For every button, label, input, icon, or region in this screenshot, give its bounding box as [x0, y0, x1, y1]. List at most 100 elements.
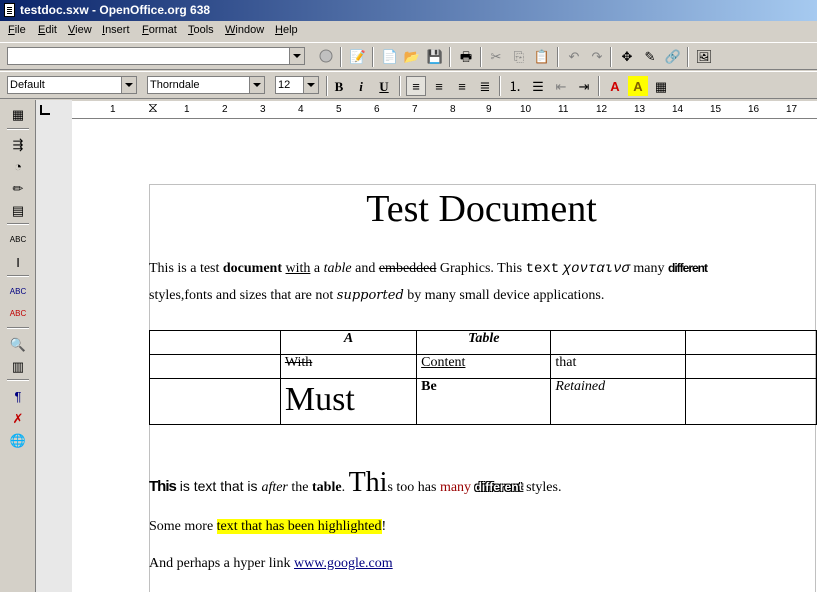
font-dropdown-arrow-icon[interactable]	[249, 77, 264, 93]
insert-table-icon[interactable]: ▦	[8, 104, 28, 124]
online-layout-icon[interactable]: 🌐	[8, 430, 28, 450]
find-replace-icon[interactable]: 🔍	[8, 334, 28, 354]
horizontal-ruler[interactable]: 1 ⧖ 1 2 3 4 5 6 7 8 9 10 11 12 13 14 15 …	[72, 99, 817, 119]
table-cell[interactable]	[149, 354, 281, 379]
numbering-icon[interactable]: ⒈	[505, 76, 525, 96]
italic-icon[interactable]: i	[351, 76, 371, 96]
table-cell[interactable]: A	[279, 330, 418, 355]
table-cell[interactable]	[149, 378, 281, 425]
ruler-tick: 9	[486, 104, 492, 115]
ruler-tick: 8	[450, 104, 456, 115]
tab-type-icon[interactable]	[36, 101, 54, 119]
save-icon[interactable]: 💾	[425, 46, 445, 66]
menu-view[interactable]: View	[68, 24, 92, 36]
ruler-indent-marker[interactable]: ⧖	[148, 99, 158, 116]
insert-fields-icon[interactable]: ⇶	[8, 134, 28, 154]
paste-icon[interactable]: 📋	[532, 46, 552, 66]
document-table[interactable]: A Table With Content that Must Be Retain…	[149, 330, 817, 425]
underline-icon[interactable]: U	[374, 76, 394, 96]
spellcheck-icon[interactable]: ABC	[8, 282, 28, 302]
text-run-outlined: different	[474, 480, 523, 494]
cut-icon[interactable]: ✂	[486, 46, 506, 66]
toolbar-separator	[7, 223, 29, 225]
increase-indent-icon[interactable]: ⇥	[574, 76, 594, 96]
text-cursor-icon[interactable]: I	[8, 252, 28, 272]
align-left-icon[interactable]: ≡	[406, 76, 426, 96]
url-dropdown-arrow-icon[interactable]	[289, 48, 304, 64]
stop-load-icon[interactable]	[316, 46, 336, 66]
toolbar-separator	[7, 327, 29, 329]
open-folder-icon[interactable]: 📂	[402, 46, 422, 66]
font-name-select[interactable]: Thorndale	[147, 76, 265, 94]
table-cell[interactable]	[685, 378, 817, 425]
url-input[interactable]	[7, 47, 305, 65]
style-dropdown-arrow-icon[interactable]	[121, 77, 136, 93]
table-cell[interactable]	[149, 330, 281, 355]
copy-icon[interactable]: ⎘	[509, 46, 529, 66]
menu-help[interactable]: Help	[275, 24, 298, 36]
form-functions-icon[interactable]: ▤	[8, 200, 28, 220]
redo-icon[interactable]: ↷	[587, 46, 607, 66]
table-cell[interactable]	[685, 354, 817, 379]
menu-insert[interactable]: Insert	[102, 24, 130, 36]
gallery-icon[interactable]: 🖼	[694, 46, 714, 66]
align-center-icon[interactable]: ≡	[429, 76, 449, 96]
edit-autotext-icon[interactable]: ABC	[8, 230, 28, 250]
menu-window[interactable]: Window	[225, 24, 264, 36]
decrease-indent-icon[interactable]: ⇤	[551, 76, 571, 96]
toolbar-separator	[7, 128, 29, 130]
menu-file[interactable]: File	[8, 24, 26, 36]
menu-tools[interactable]: Tools	[188, 24, 214, 36]
bullets-icon[interactable]: ☰	[528, 76, 548, 96]
toolbar-separator	[687, 47, 689, 67]
font-size-select[interactable]: 12	[275, 76, 319, 94]
table-cell[interactable]: that	[550, 354, 687, 379]
graphics-off-icon[interactable]: ✗	[8, 408, 28, 428]
background-color-icon[interactable]: ▦	[651, 76, 671, 96]
ruler-tick: 6	[374, 104, 380, 115]
hyperlink-dialog-icon[interactable]: 🔗	[663, 46, 683, 66]
formatting-toolbar: Default Thorndale 12 B i U ≡ ≡ ≡ ≣ ⒈ ☰ ⇤…	[0, 71, 817, 99]
insert-object-icon[interactable]: ◔	[8, 156, 28, 176]
justify-icon[interactable]: ≣	[475, 76, 495, 96]
undo-icon[interactable]: ↶	[564, 46, 584, 66]
text-run: .	[341, 480, 349, 495]
stylist-icon[interactable]: ✎	[640, 46, 660, 66]
table-cell[interactable]	[550, 330, 687, 355]
document-area[interactable]: Test Document This is a test document wi…	[72, 119, 817, 592]
table-cell[interactable]: Retained	[550, 378, 687, 425]
align-right-icon[interactable]: ≡	[452, 76, 472, 96]
data-sources-icon[interactable]: ▥	[8, 356, 28, 376]
text-run-italic: after	[261, 480, 288, 495]
table-cell[interactable]: Be	[416, 378, 552, 425]
text-run: styles,fonts and sizes that are not	[149, 288, 337, 303]
title-bar: testdoc.sxw - OpenOffice.org 638	[0, 0, 817, 21]
text-run-underline: with	[285, 261, 311, 276]
ruler-tick: 16	[748, 104, 760, 115]
table-cell[interactable]	[685, 330, 817, 355]
table-cell[interactable]: Content	[416, 354, 552, 379]
table-cell[interactable]: Table	[416, 330, 552, 355]
show-draw-functions-icon[interactable]: ✏	[8, 178, 28, 198]
new-document-icon[interactable]: 📄	[380, 46, 400, 66]
document-icon	[4, 3, 15, 17]
ruler-tick: 5	[336, 104, 342, 115]
size-dropdown-arrow-icon[interactable]	[303, 77, 318, 93]
menu-bar: File Edit View Insert Format Tools Windo…	[0, 21, 817, 41]
print-icon[interactable]: 🖶	[456, 46, 476, 66]
edit-file-icon[interactable]: 📝	[348, 46, 368, 66]
hyperlink[interactable]: www.google.com	[294, 556, 393, 571]
text-run-handwriting: supported	[336, 288, 404, 303]
table-cell[interactable]: With	[279, 354, 418, 379]
autospellcheck-icon[interactable]: ABC	[8, 304, 28, 324]
bold-icon[interactable]: B	[329, 76, 349, 96]
highlighting-icon[interactable]: A	[628, 76, 648, 96]
menu-edit[interactable]: Edit	[38, 24, 57, 36]
navigator-icon[interactable]: ✥	[617, 46, 637, 66]
nonprinting-characters-icon[interactable]: ¶	[8, 386, 28, 406]
menu-format[interactable]: Format	[142, 24, 177, 36]
paragraph-style-select[interactable]: Default	[7, 76, 137, 94]
text-run: by many small device applications.	[403, 288, 605, 303]
table-cell[interactable]: Must	[279, 378, 418, 425]
font-color-icon[interactable]: A	[605, 76, 625, 96]
